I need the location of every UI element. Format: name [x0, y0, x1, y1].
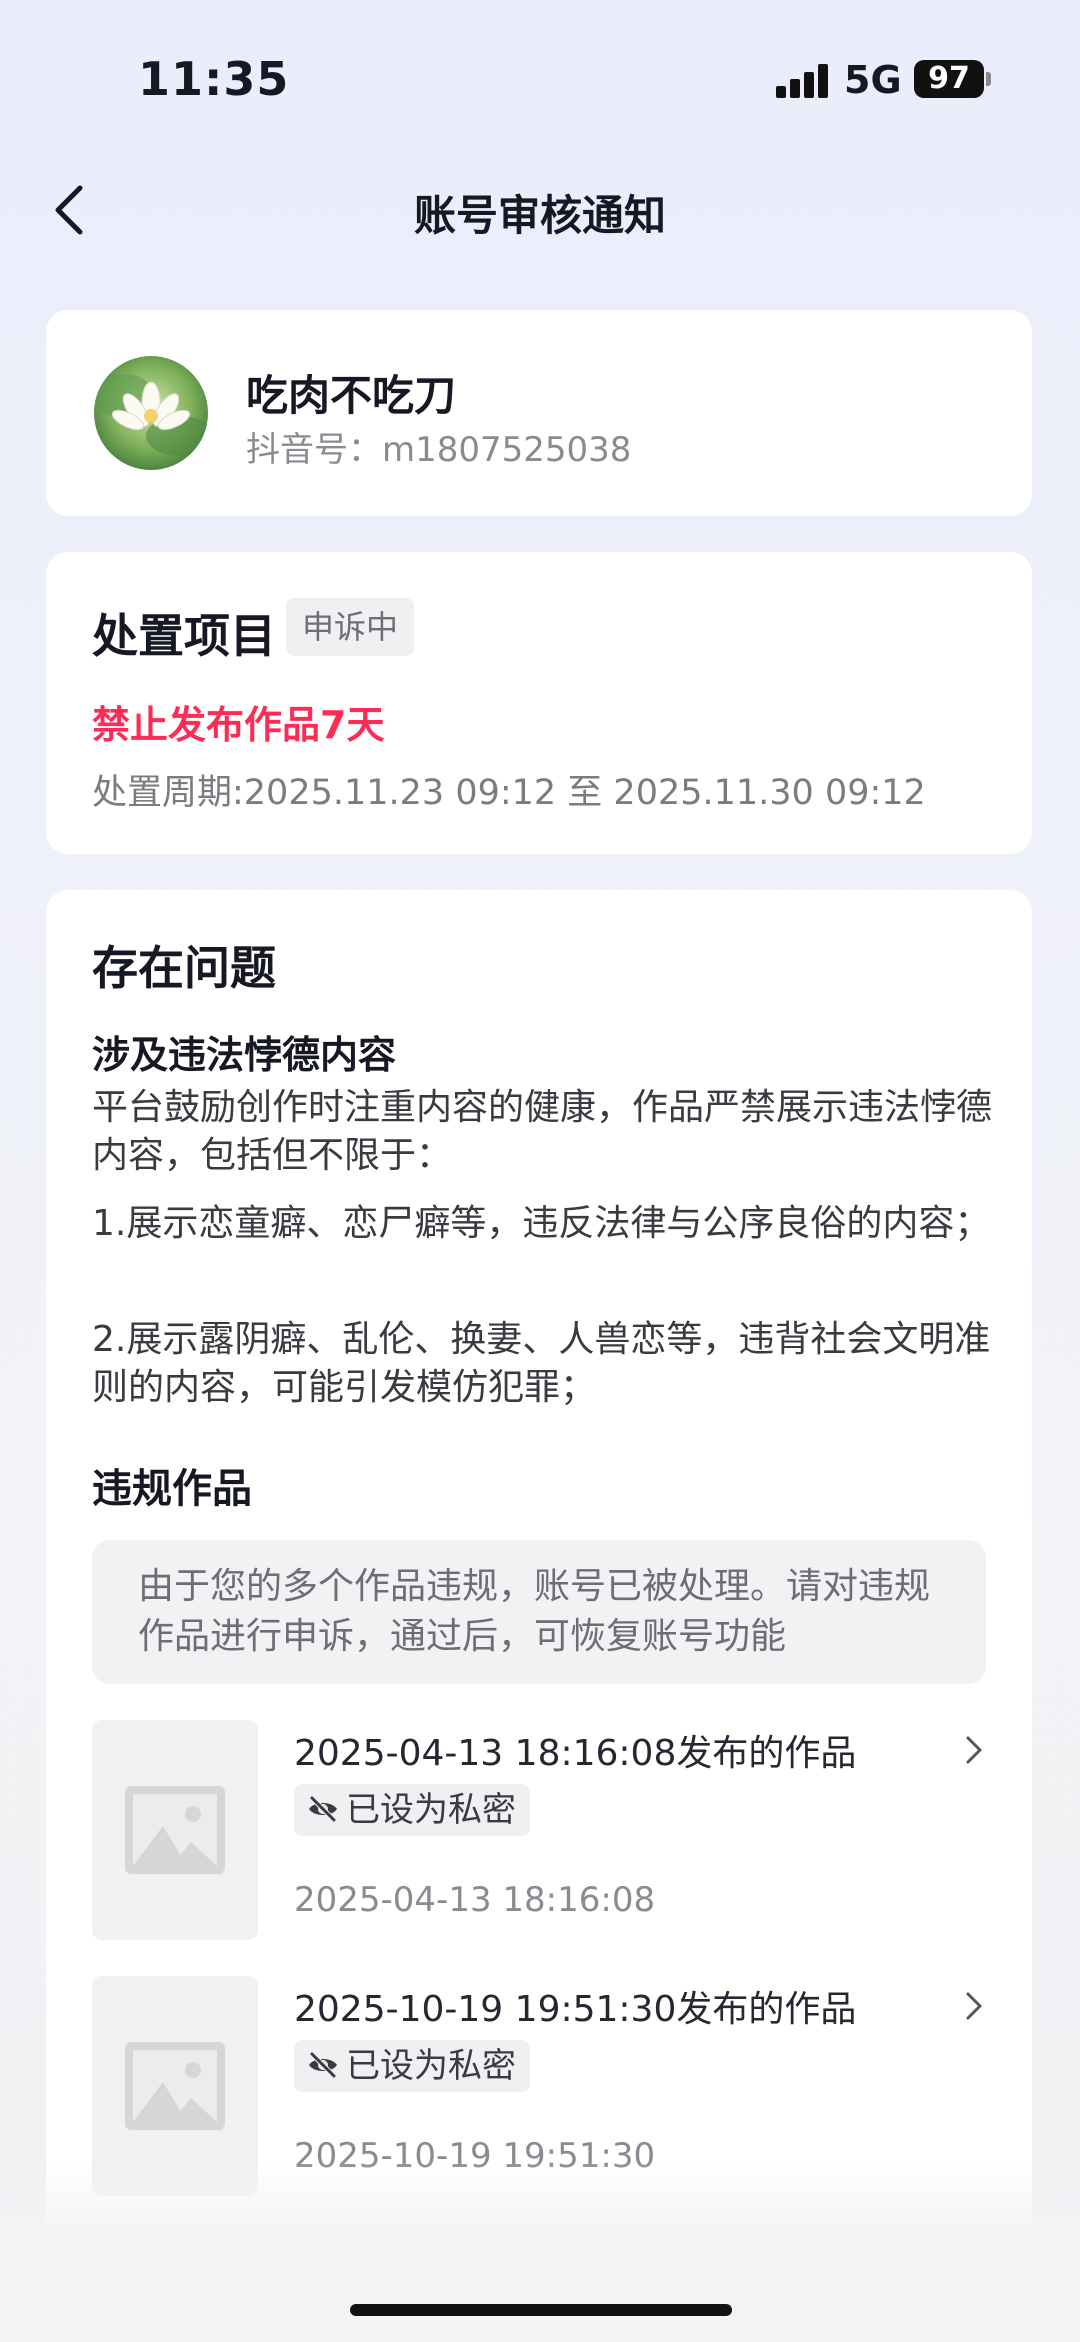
private-tag: 已设为私密 — [294, 2040, 530, 2092]
battery-icon: 97 — [914, 60, 984, 98]
profile-card[interactable]: 吃肉不吃刀 抖音号：m1807525038 — [46, 310, 1032, 516]
user-id: 抖音号：m1807525038 — [246, 430, 632, 470]
action-title: 处置项目 — [92, 609, 276, 663]
work-date: 2025-04-13 18:16:08 — [294, 1880, 656, 1920]
page-title: 账号审核通知 — [413, 191, 666, 240]
home-indicator[interactable] — [350, 2304, 732, 2316]
lotus-avatar — [94, 356, 208, 470]
list-item[interactable]: 2025-04-13 18:16:08发布的作品 已设为私密 2025-04-1… — [92, 1720, 986, 1940]
action-card: 处置项目 申诉中 禁止发布作品7天 处置周期:2025.11.23 09:12 … — [46, 552, 1032, 854]
avatar[interactable] — [94, 356, 208, 470]
status-badge: 申诉中 — [286, 598, 415, 656]
eye-off-icon — [309, 1795, 337, 1822]
status-time: 11:35 — [138, 52, 290, 106]
status-bar: 11:35 5G 97 — [0, 0, 1080, 160]
private-tag: 已设为私密 — [294, 1784, 530, 1836]
work-title: 2025-10-19 19:51:30发布的作品 — [294, 1989, 857, 2030]
work-title: 2025-04-13 18:16:08发布的作品 — [294, 1733, 857, 1774]
image-placeholder-icon — [125, 1786, 225, 1874]
username: 吃肉不吃刀 — [246, 371, 457, 420]
issue-paragraph-intro: 平台鼓励创作时注重内容的健康，作品严禁展示违法悖德内容，包括但不限于： — [92, 1087, 993, 1176]
image-placeholder-icon — [125, 2042, 225, 2130]
issue-paragraph-1: 1.展示恋童癖、恋尸癖等，违反法律与公序良俗的内容； — [92, 1203, 991, 1244]
private-label: 已设为私密 — [346, 2046, 516, 2086]
works-title: 违规作品 — [92, 1466, 252, 1512]
chevron-right-icon[interactable] — [962, 1990, 986, 2022]
network-type: 5G — [844, 58, 902, 102]
ban-period: 处置周期:2025.11.23 09:12 至 2025.11.30 09:12 — [92, 773, 926, 813]
chevron-right-icon[interactable] — [962, 1734, 986, 1766]
battery-tip — [986, 72, 991, 86]
nav-bar: 账号审核通知 — [0, 160, 1080, 260]
issue-card: 存在问题 涉及违法悖德内容 平台鼓励创作时注重内容的健康，作品严禁展示违法悖德内… — [46, 890, 1032, 2342]
work-thumbnail[interactable] — [92, 1720, 258, 1940]
issue-subtitle: 涉及违法悖德内容 — [92, 1033, 397, 1077]
works-notice: 由于您的多个作品违规，账号已被处理。请对违规作品进行申诉，通过后，可恢复账号功能 — [92, 1540, 986, 1684]
issue-title: 存在问题 — [92, 941, 276, 995]
signal-icon — [776, 64, 830, 98]
issue-paragraph-2: 2.展示露阴癖、乱伦、换妻、人兽恋等，违背社会文明准则的内容，可能引发模仿犯罪； — [92, 1319, 991, 1408]
eye-off-icon — [309, 2051, 337, 2078]
private-label: 已设为私密 — [346, 1790, 516, 1830]
ban-text: 禁止发布作品7天 — [92, 703, 385, 747]
